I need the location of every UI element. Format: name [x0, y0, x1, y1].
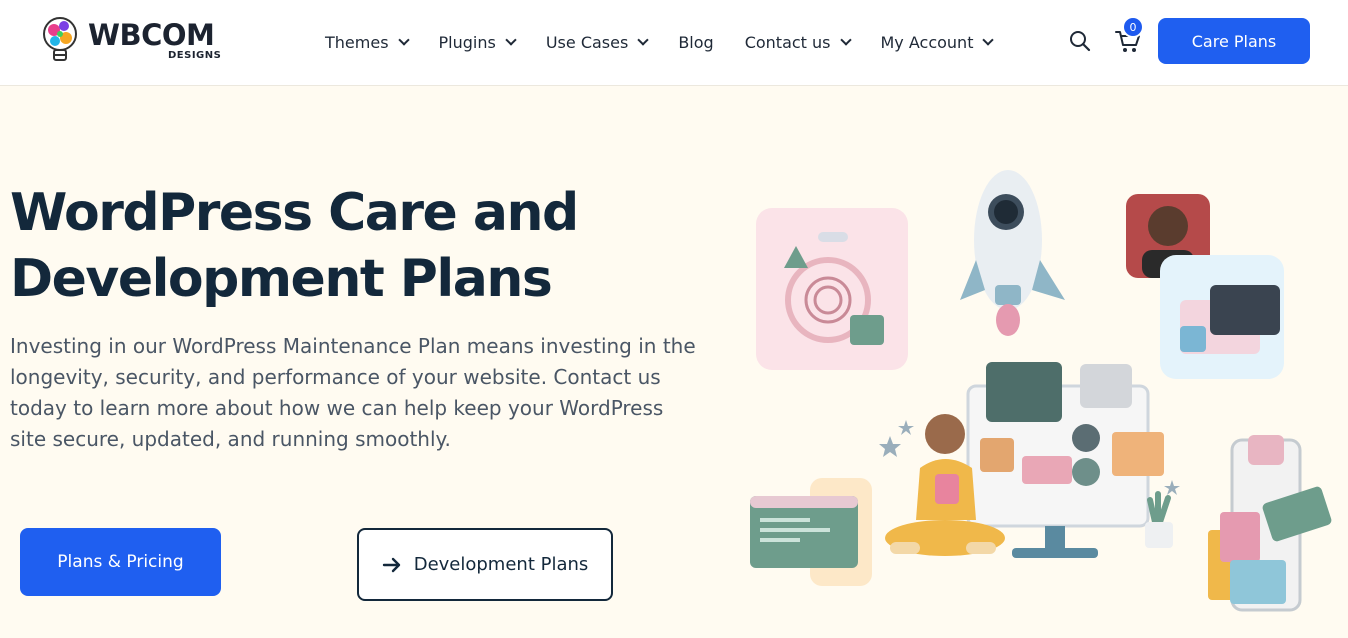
chevron-down-icon — [637, 33, 649, 46]
main-navigation: Themes Plugins Use Cases Blog Contact us… — [325, 30, 1023, 54]
hero-description: Investing in our WordPress Maintenance P… — [10, 334, 696, 451]
nav-label: Themes — [325, 32, 389, 52]
cart-count-badge: 0 — [1122, 16, 1144, 38]
chevron-down-icon — [397, 33, 410, 46]
rocket-illustration — [960, 170, 1065, 336]
nav-label: Contact us — [744, 32, 831, 52]
logo-subtitle: DESIGNS — [168, 50, 222, 61]
security-card-illustration — [756, 208, 908, 370]
nav-item-my-account[interactable]: My Account — [880, 32, 995, 52]
arrow-right-icon — [382, 557, 402, 573]
care-plans-button[interactable]: Care Plans — [1158, 18, 1310, 64]
plans-pricing-button[interactable]: Plans & Pricing — [20, 528, 221, 596]
nav-label: Plugins — [438, 32, 496, 52]
chevron-down-icon — [505, 33, 517, 46]
development-plans-button[interactable]: Development Plans — [357, 528, 613, 601]
hero-illustration — [750, 170, 1332, 612]
site-header: WBCOM DESIGNS Themes Plugins Use Cases B… — [0, 0, 1348, 86]
nav-item-blog[interactable]: Blog — [678, 33, 713, 52]
chevron-down-icon — [839, 33, 852, 46]
development-plans-label: Development Plans — [413, 554, 589, 575]
shopping-illustration — [1208, 435, 1332, 612]
plant-illustration — [1145, 491, 1173, 548]
logo-wordmark: WBCOM — [88, 18, 215, 52]
lightbulb-logo-icon — [43, 17, 77, 61]
monitor-illustration — [966, 362, 1164, 558]
nav-item-plugins[interactable]: Plugins — [438, 32, 517, 52]
nav-item-contact-us[interactable]: Contact us — [744, 32, 852, 52]
nav-label: My Account — [880, 32, 974, 52]
hero-title: WordPress Care and Development Plans — [10, 183, 579, 309]
code-card-illustration — [1160, 255, 1284, 379]
nav-label: Blog — [678, 32, 714, 52]
nav-item-use-cases[interactable]: Use Cases — [545, 32, 649, 52]
wbcom-logo[interactable]: WBCOM DESIGNS — [40, 14, 230, 70]
chevron-down-icon — [982, 33, 995, 46]
nav-item-themes[interactable]: Themes — [325, 32, 410, 52]
editor-card-illustration — [750, 478, 872, 586]
search-icon[interactable] — [1068, 29, 1092, 53]
nav-label: Use Cases — [545, 32, 629, 52]
